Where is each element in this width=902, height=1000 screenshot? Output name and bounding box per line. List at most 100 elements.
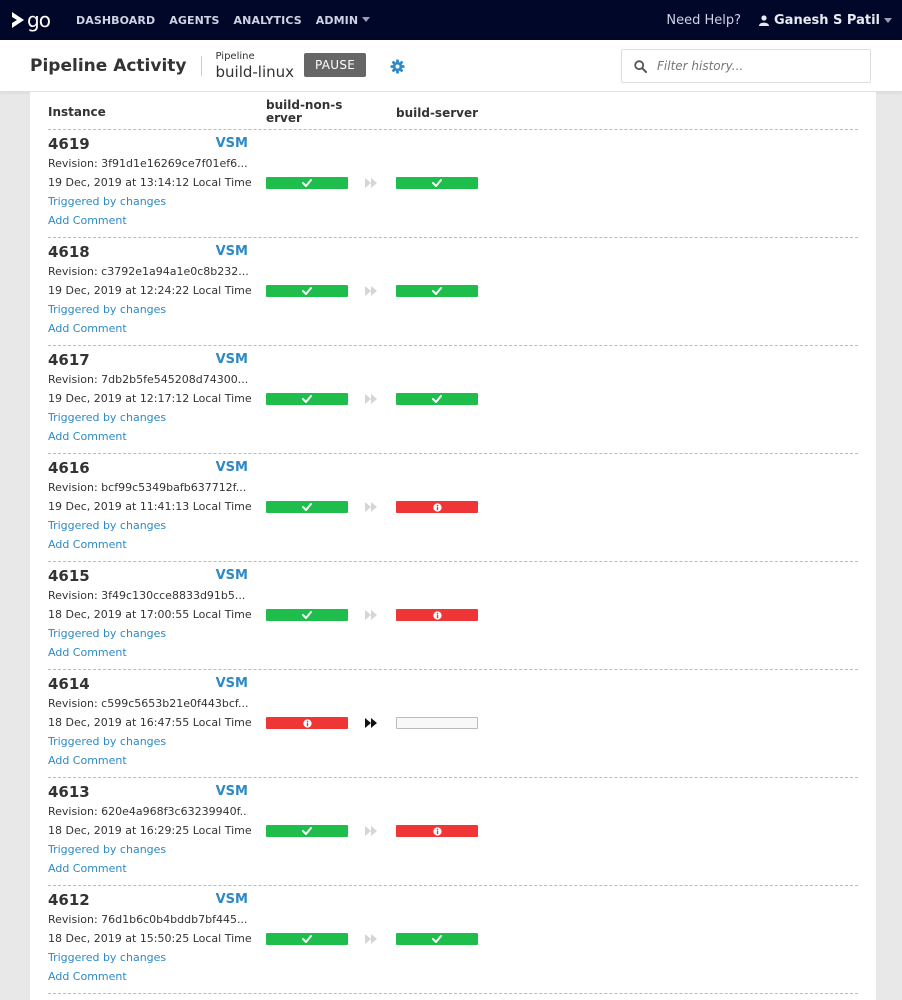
stage-build-server-bar[interactable] [396, 285, 478, 297]
run-date: 18 Dec, 2019 at 16:47:55 Local Time [48, 716, 252, 729]
help-link[interactable]: Need Help? [666, 13, 741, 28]
vsm-link[interactable]: VSM [216, 676, 248, 691]
forward-arrow-icon [365, 934, 377, 944]
triggered-by-link[interactable]: Triggered by changes [48, 951, 266, 964]
triggered-by-link[interactable]: Triggered by changes [48, 843, 266, 856]
run-date: 19 Dec, 2019 at 13:14:12 Local Time [48, 176, 252, 189]
stage-build-non-server-bar[interactable] [266, 933, 348, 945]
info-icon [432, 502, 442, 512]
table-row: 4616 VSM Revision: bcf99c5349bafb637712f..… [48, 454, 858, 562]
search-icon [634, 59, 647, 73]
settings-button[interactable] [390, 58, 405, 74]
stage-transition [364, 501, 378, 513]
triggered-by-link[interactable]: Triggered by changes [48, 627, 266, 640]
instance-cell: 4615 VSM Revision: 3f49c130cce8833d91b5...… [48, 562, 266, 669]
revision-text: Revision: 3f91d1e16269ce7f01ef6... [48, 157, 248, 170]
stage-build-non-server-bar[interactable] [266, 285, 348, 297]
stage-build-non-server-bar[interactable] [266, 609, 348, 621]
triggered-by-link[interactable]: Triggered by changes [48, 195, 266, 208]
stage-build-server-bar[interactable] [396, 393, 478, 405]
check-icon [302, 611, 312, 619]
revision-text: Revision: 620e4a968f3c63239940f... [48, 805, 248, 818]
add-comment-link[interactable]: Add Comment [48, 646, 266, 659]
vsm-link[interactable]: VSM [216, 460, 248, 475]
info-icon [432, 610, 442, 620]
table-row: 4614 VSM Revision: c599c5653b21e0f443bcf..… [48, 670, 858, 778]
stage-transition [364, 609, 378, 621]
stages-cell [266, 562, 858, 669]
add-comment-link[interactable]: Add Comment [48, 970, 266, 983]
search-input[interactable] [657, 59, 847, 73]
user-menu[interactable]: Ganesh S Patil [759, 13, 892, 28]
instance-cell: 4617 VSM Revision: 7db2b5fe545208d74300...… [48, 346, 266, 453]
nav-agents[interactable]: AGENTS [169, 14, 219, 27]
run-date: 19 Dec, 2019 at 12:17:12 Local Time [48, 392, 252, 405]
stage-build-non-server-bar[interactable] [266, 177, 348, 189]
add-comment-link[interactable]: Add Comment [48, 862, 266, 875]
stages-cell [266, 670, 858, 777]
pause-button[interactable]: PAUSE [304, 52, 367, 77]
page-title: Pipeline Activity [30, 55, 187, 76]
run-date: 18 Dec, 2019 at 17:00:55 Local Time [48, 608, 252, 621]
vsm-link[interactable]: VSM [216, 784, 248, 799]
forward-arrow-icon [365, 286, 377, 296]
instance-cell: 4612 VSM Revision: 76d1b6c0b4bddb7bf445...… [48, 886, 266, 993]
triggered-by-link[interactable]: Triggered by changes [48, 303, 266, 316]
add-comment-link[interactable]: Add Comment [48, 214, 266, 227]
add-comment-link[interactable]: Add Comment [48, 430, 266, 443]
stage-build-non-server-bar[interactable] [266, 825, 348, 837]
forward-arrow-icon [365, 826, 377, 836]
revision-text: Revision: 3f49c130cce8833d91b5... [48, 589, 246, 602]
pipeline-name: build-linux [215, 62, 295, 81]
check-icon [432, 287, 442, 295]
triggered-by-link[interactable]: Triggered by changes [48, 519, 266, 532]
check-icon [302, 179, 312, 187]
nav-admin[interactable]: ADMIN [316, 14, 371, 27]
stage-build-server-bar[interactable] [396, 609, 478, 621]
table-row: 4613 VSM Revision: 620e4a968f3c63239940f..… [48, 778, 858, 886]
vsm-link[interactable]: VSM [216, 892, 248, 907]
triggered-by-link[interactable]: Triggered by changes [48, 411, 266, 424]
top-nav: go DASHBOARD AGENTS ANALYTICS ADMIN Need… [0, 0, 902, 40]
run-date: 18 Dec, 2019 at 15:50:25 Local Time [48, 932, 252, 945]
stage-build-non-server-bar[interactable] [266, 393, 348, 405]
stage-build-non-server-bar[interactable] [266, 717, 348, 729]
stage-transition [364, 933, 378, 945]
check-icon [432, 935, 442, 943]
stage-transition[interactable] [364, 717, 378, 729]
run-date: 18 Dec, 2019 at 16:29:25 Local Time [48, 824, 252, 837]
forward-arrow-icon [365, 502, 377, 512]
nav-dashboard[interactable]: DASHBOARD [76, 14, 155, 27]
search-box [621, 49, 871, 83]
check-icon [432, 179, 442, 187]
chevron-down-icon [362, 16, 371, 22]
forward-arrow-icon [365, 610, 377, 620]
go-logo[interactable]: go [10, 8, 70, 32]
stage-build-server-bar[interactable] [396, 825, 478, 837]
check-icon [432, 395, 442, 403]
vsm-link[interactable]: VSM [216, 136, 248, 151]
stage-build-non-server-bar[interactable] [266, 501, 348, 513]
nav-analytics[interactable]: ANALYTICS [234, 14, 302, 27]
add-comment-link[interactable]: Add Comment [48, 538, 266, 551]
vsm-link[interactable]: VSM [216, 244, 248, 259]
revision-text: Revision: bcf99c5349bafb637712f... [48, 481, 247, 494]
triggered-by-link[interactable]: Triggered by changes [48, 735, 266, 748]
instance-cell: 4619 VSM Revision: 3f91d1e16269ce7f01ef6..… [48, 130, 266, 237]
add-comment-link[interactable]: Add Comment [48, 322, 266, 335]
vsm-link[interactable]: VSM [216, 352, 248, 367]
logo-text: go [27, 8, 51, 32]
stage-transition [364, 393, 378, 405]
user-icon [759, 14, 769, 26]
stage-build-server-bar[interactable] [396, 177, 478, 189]
table-row: 4617 VSM Revision: 7db2b5fe545208d74300...… [48, 346, 858, 454]
revision-text: Revision: 7db2b5fe545208d74300... [48, 373, 248, 386]
stage-transition [364, 285, 378, 297]
user-name: Ganesh S Patil [774, 12, 880, 28]
add-comment-link[interactable]: Add Comment [48, 754, 266, 767]
table-row: 4619 VSM Revision: 3f91d1e16269ce7f01ef6..… [48, 130, 858, 238]
stage-build-server-bar[interactable] [396, 717, 478, 729]
stage-build-server-bar[interactable] [396, 933, 478, 945]
vsm-link[interactable]: VSM [216, 568, 248, 583]
stage-build-server-bar[interactable] [396, 501, 478, 513]
